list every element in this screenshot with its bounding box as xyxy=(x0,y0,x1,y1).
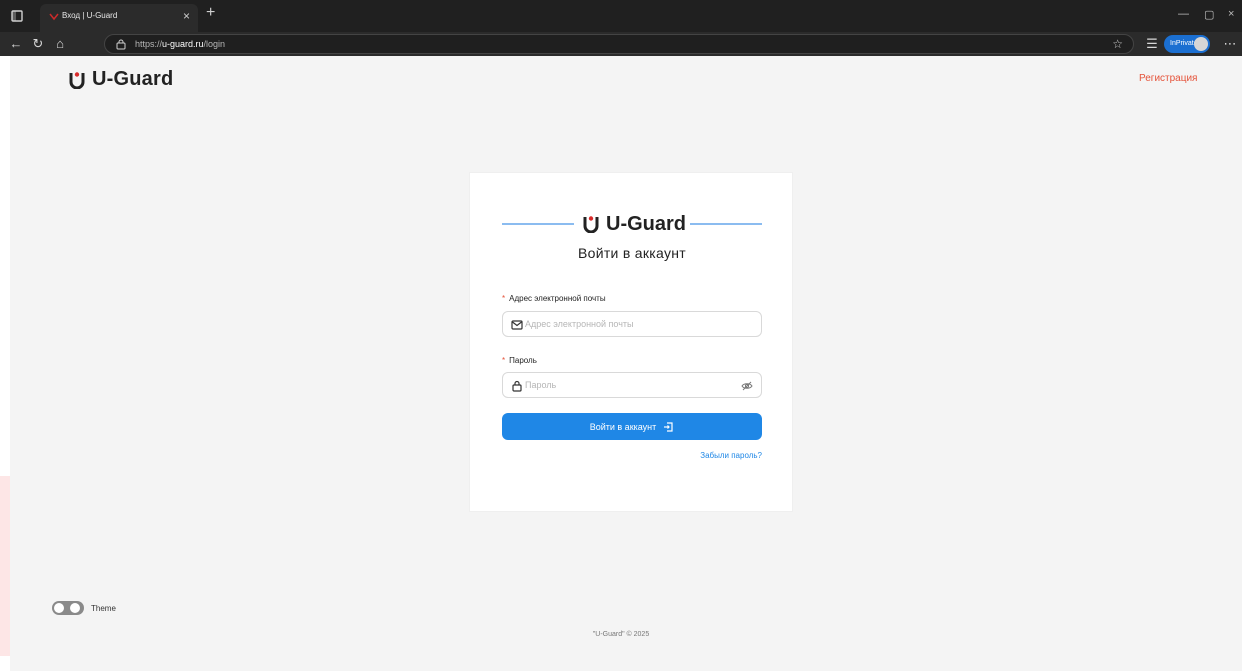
toggle-knob xyxy=(54,603,64,613)
tab-favicon-icon xyxy=(49,13,59,21)
lock-icon xyxy=(116,39,126,50)
login-card: U-Guard Войти в аккаунт * Адрес электронн… xyxy=(469,172,793,512)
login-button[interactable]: Войти в аккаунт xyxy=(502,413,762,440)
browser-addressbar: ← ↻ ⌂ https://u-guard.ru/login ☆ ☰ InPri… xyxy=(0,32,1242,56)
url-path: /login xyxy=(203,39,226,49)
browser-tabbar: Вход | U-Guard × + — ▢ × xyxy=(0,0,1242,32)
refresh-icon[interactable]: ↻ xyxy=(30,36,46,52)
browser-tab[interactable]: Вход | U-Guard × xyxy=(40,4,198,32)
collections-icon[interactable]: ☰ xyxy=(1144,36,1160,52)
more-menu-icon[interactable]: ⋯ xyxy=(1222,36,1238,52)
url-text: https://u-guard.ru/login xyxy=(135,39,225,49)
new-tab-icon[interactable]: + xyxy=(206,4,215,22)
brand-line-left xyxy=(502,223,574,225)
card-brand: U-Guard xyxy=(502,211,762,237)
card-logo-text: U-Guard xyxy=(606,212,686,235)
header-brand-text: U-Guard xyxy=(92,68,174,90)
url-protocol: https:// xyxy=(135,39,163,49)
u-guard-logo-icon xyxy=(69,71,85,89)
login-arrow-icon xyxy=(664,421,673,432)
password-label: * Пароль xyxy=(502,356,537,365)
password-label-text: Пароль xyxy=(509,356,537,365)
tab-actions-icon[interactable] xyxy=(10,9,24,23)
inprivate-badge[interactable]: InPrivate xyxy=(1164,35,1210,53)
email-label-text: Адрес электронной почты xyxy=(509,294,606,303)
login-button-label: Войти в аккаунт xyxy=(589,421,657,432)
left-accent xyxy=(0,476,10,656)
email-field[interactable]: Адрес электронной почты xyxy=(502,311,762,337)
lock-icon xyxy=(512,380,522,392)
tab-close-icon[interactable]: × xyxy=(183,9,190,23)
tab-title: Вход | U-Guard xyxy=(62,11,118,20)
favorites-star-icon[interactable]: ☆ xyxy=(1112,37,1123,51)
url-host: u-guard.ru xyxy=(162,39,204,49)
toggle-password-visibility-icon[interactable] xyxy=(741,380,753,392)
email-required-mark: * xyxy=(502,294,506,303)
u-guard-logo-icon xyxy=(583,216,599,233)
password-required-mark: * xyxy=(502,356,506,365)
close-window-icon[interactable]: × xyxy=(1228,8,1234,20)
minimize-icon[interactable]: — xyxy=(1178,8,1189,20)
card-logo: U-Guard xyxy=(582,211,686,237)
theme-switch[interactable]: Theme xyxy=(52,601,116,615)
login-title: Войти в аккаунт xyxy=(577,245,686,261)
theme-toggle[interactable] xyxy=(52,601,84,615)
home-icon[interactable]: ⌂ xyxy=(52,36,68,52)
mail-icon xyxy=(511,320,523,330)
email-placeholder: Адрес электронной почты xyxy=(525,319,634,329)
restore-icon[interactable]: ▢ xyxy=(1204,8,1214,21)
forgot-password-link[interactable]: Забыли пароль? xyxy=(502,451,762,460)
register-link[interactable]: Регистрация xyxy=(1139,73,1197,84)
page: U-Guard Регистрация U-Guard Войти в акка… xyxy=(0,56,1242,671)
back-icon[interactable]: ← xyxy=(8,36,24,52)
theme-label: Theme xyxy=(91,603,116,613)
email-label: * Адрес электронной почты xyxy=(502,294,606,303)
password-field[interactable]: Пароль xyxy=(502,372,762,398)
header-brand[interactable]: U-Guard xyxy=(68,68,173,91)
left-strip xyxy=(0,56,10,671)
moon-icon xyxy=(70,603,80,613)
brand-line-right xyxy=(690,223,762,225)
password-placeholder: Пароль xyxy=(525,380,557,390)
footer-copyright: "U-Guard" © 2025 xyxy=(592,631,650,638)
address-input[interactable]: https://u-guard.ru/login ☆ xyxy=(104,34,1134,54)
profile-avatar xyxy=(1194,37,1208,51)
